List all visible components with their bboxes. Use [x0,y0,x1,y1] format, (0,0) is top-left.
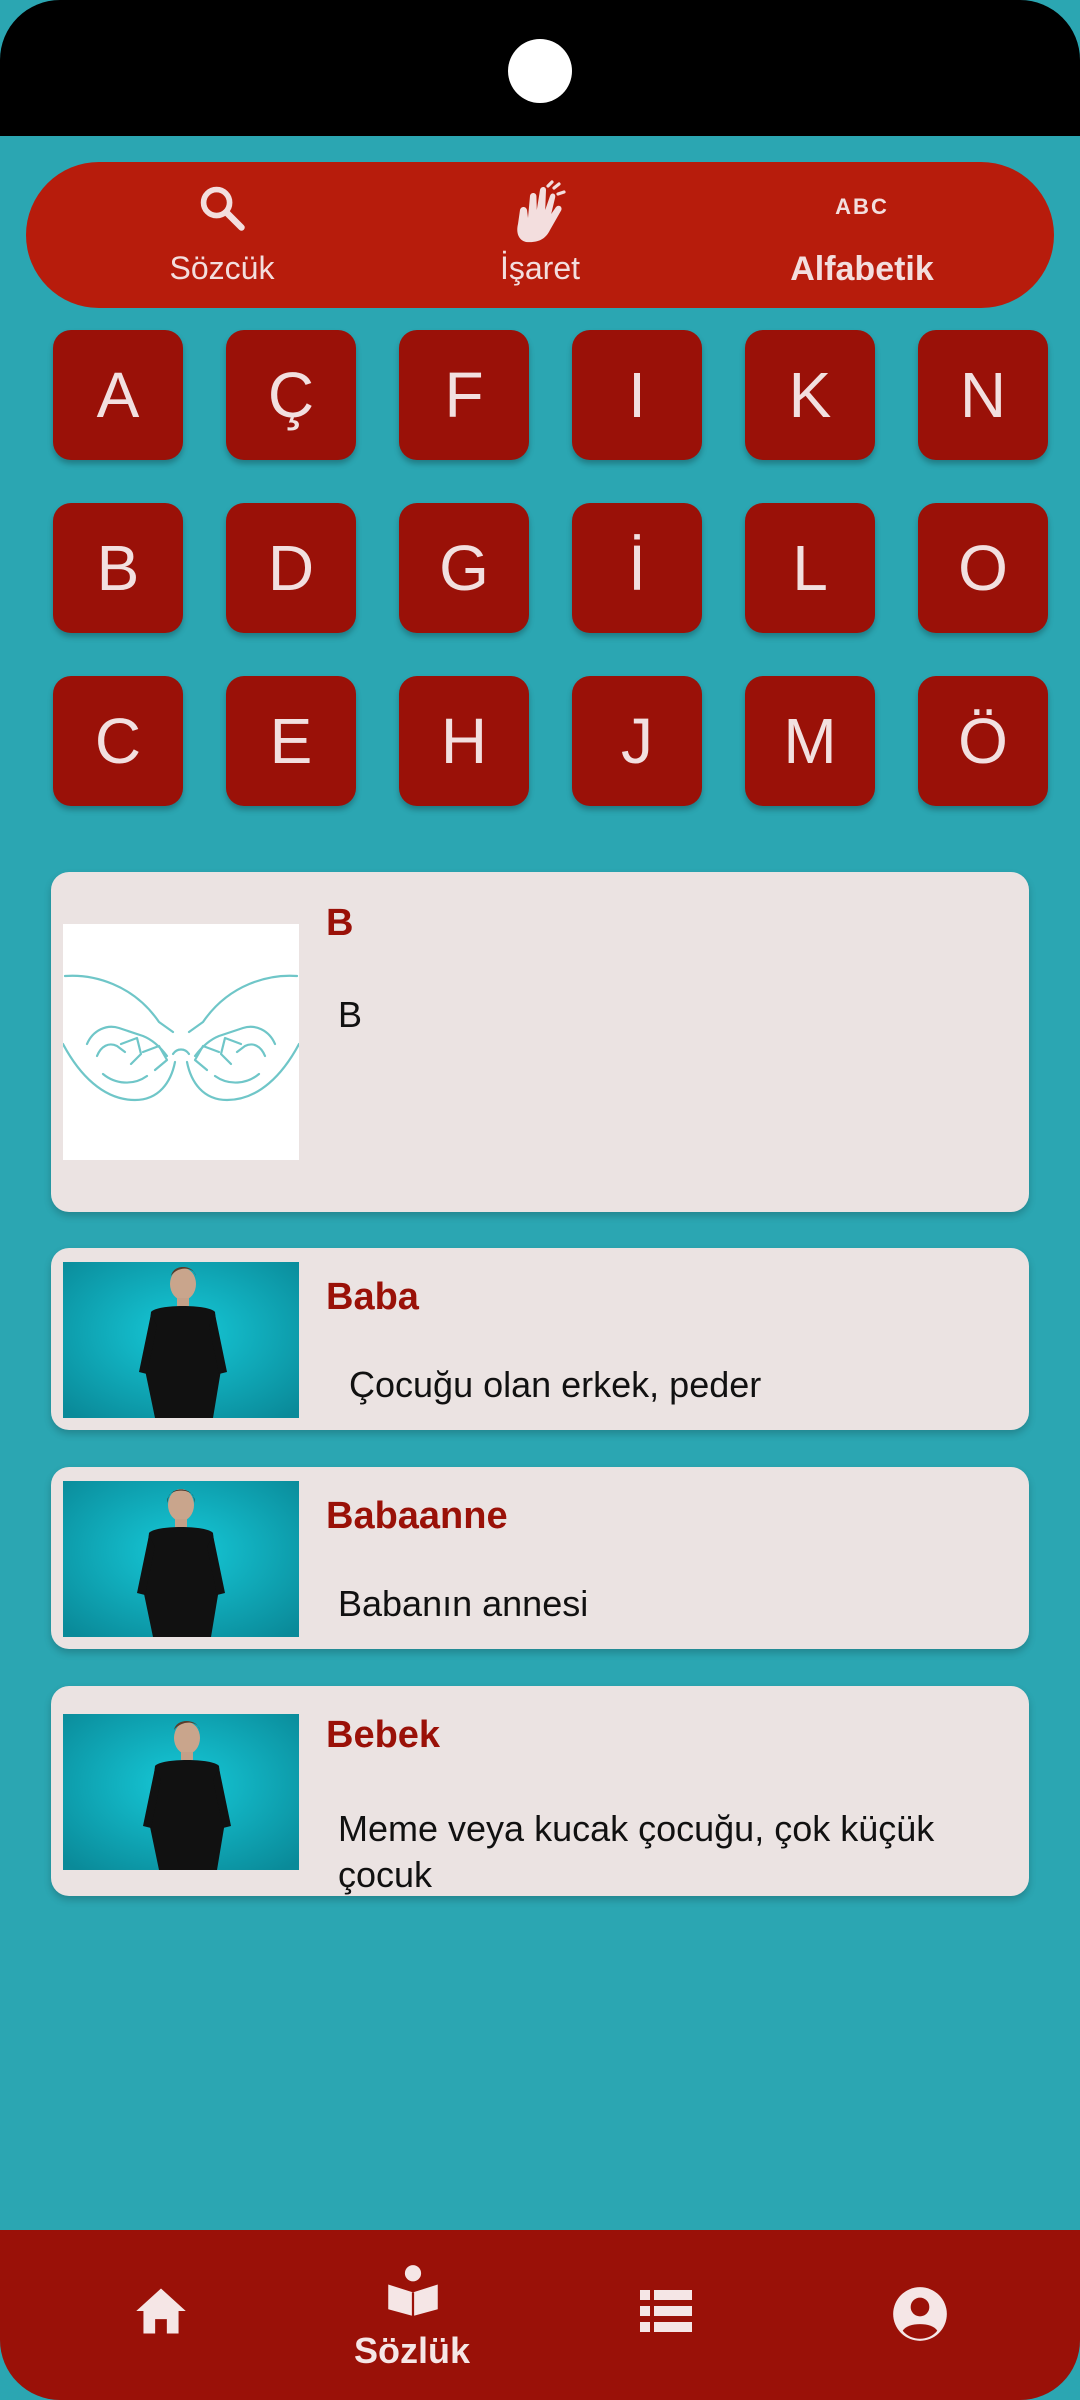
nav-dictionary[interactable]: Sözlük [312,2230,512,2400]
hand-sign-illustration [63,924,299,1160]
letter-button[interactable]: Ç [226,330,356,460]
letter-button[interactable]: A [53,330,183,460]
letter-button[interactable]: C [53,676,183,806]
letter-button[interactable]: L [745,503,875,633]
hand-sign-icon [510,180,570,251]
letter-button[interactable]: J [572,676,702,806]
result-description: Meme veya kucak çocuğu, çok küçük çocuk [338,1808,935,1895]
result-title: B [326,902,354,944]
nav-profile[interactable] [820,2230,1020,2400]
signer-video-thumbnail [63,1262,299,1418]
result-card[interactable]: Babaanne Babanın annesi [51,1467,1029,1649]
letter-button[interactable]: G [399,503,529,633]
tab-word-label: Sözcük [169,250,275,286]
result-description: Çocuğu olan erkek, peder [349,1364,762,1405]
tab-word[interactable]: Sözcük [92,162,352,308]
letter-button[interactable]: E [226,676,356,806]
letter-button[interactable]: H [399,676,529,806]
result-card[interactable]: Baba Çocuğu olan erkek, peder [51,1248,1029,1430]
letter-button[interactable]: İ [572,503,702,633]
nav-list[interactable] [566,2230,766,2400]
list-icon [640,2290,692,2337]
signer-video-thumbnail [63,1714,299,1870]
letter-button[interactable]: M [745,676,875,806]
letter-button[interactable]: F [399,330,529,460]
top-tab-bar: Sözcük İşaret ABC Alfabetik [26,162,1054,308]
signer-video-thumbnail [63,1481,299,1637]
letter-button[interactable]: D [226,503,356,633]
dictionary-icon [386,2262,440,2321]
letter-button[interactable]: K [745,330,875,460]
letter-button[interactable]: N [918,330,1048,460]
result-card[interactable]: Bebek Meme veya kucak çocuğu, çok küçük … [51,1686,1029,1896]
abc-icon: ABC [835,194,889,219]
result-title: Baba [326,1276,419,1318]
camera-cutout [508,39,572,103]
tab-alphabetical-label: Alfabetik [790,250,934,288]
search-icon [196,182,248,239]
letter-button[interactable]: Ö [918,676,1048,806]
result-card[interactable]: B B [51,872,1029,1212]
profile-icon [892,2286,948,2347]
tab-sign[interactable]: İşaret [410,162,670,308]
result-description: Babanın annesi [338,1583,589,1624]
nav-dictionary-label: Sözlük [353,2330,470,2371]
home-icon [134,2286,188,2341]
result-title: Babaanne [326,1495,508,1537]
tab-alphabetical[interactable]: ABC Alfabetik [732,162,992,308]
letter-button[interactable]: B [53,503,183,633]
letter-button[interactable]: I [572,330,702,460]
tab-sign-label: İşaret [499,250,581,286]
result-title: Bebek [326,1714,441,1756]
letter-button[interactable]: O [918,503,1048,633]
nav-home[interactable] [60,2230,260,2400]
result-description: B [338,994,363,1035]
status-bar [0,0,1080,136]
bottom-navigation: Sözlük [0,2230,1080,2400]
